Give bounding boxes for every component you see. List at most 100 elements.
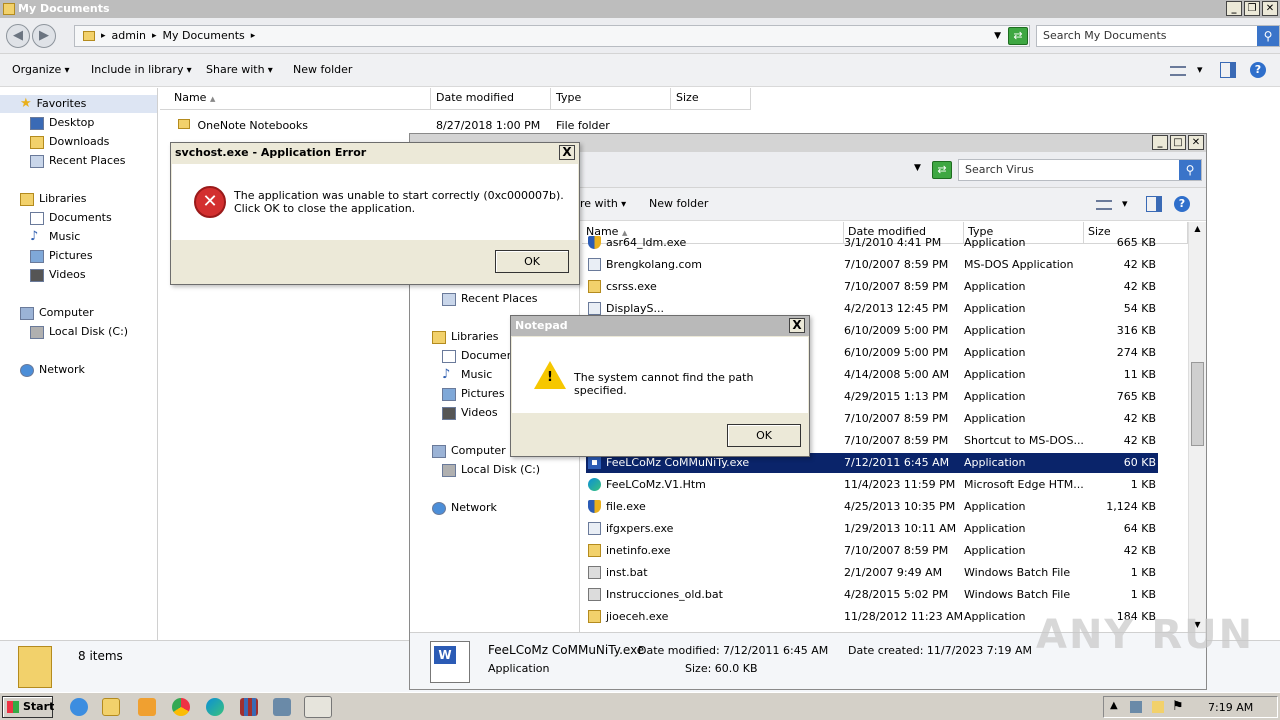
nav-videos[interactable]: Videos — [442, 404, 498, 422]
address-dropdown-icon[interactable]: ▼ — [914, 163, 921, 173]
nav-libraries[interactable]: Libraries — [432, 328, 499, 346]
dialog-title[interactable]: Notepad — [511, 316, 809, 336]
view-options-icon[interactable] — [1170, 66, 1186, 76]
ok-button[interactable]: OK — [495, 250, 569, 273]
address-dropdown-icon[interactable]: ▼ — [994, 26, 1001, 46]
new-folder-button[interactable]: New folder — [649, 197, 708, 210]
nav-libraries[interactable]: Libraries — [20, 190, 87, 208]
minimize-button[interactable]: _ — [1152, 135, 1168, 150]
table-row[interactable]: csrss.exe 7/10/2007 8:59 PM Application 42 … — [586, 277, 1158, 297]
title-bar[interactable]: My Documents _ ❐ ✕ — [0, 0, 1280, 18]
dialog-close-button[interactable]: X — [559, 145, 575, 160]
view-dropdown-icon[interactable]: ▾ — [1197, 63, 1203, 76]
nav-local-disk[interactable]: Local Disk (C:) — [442, 461, 540, 479]
column-size[interactable]: Size — [671, 88, 751, 110]
ie-icon[interactable] — [70, 698, 88, 716]
network-tray-icon[interactable] — [1130, 701, 1142, 713]
breadcrumb-my-documents[interactable]: My Documents — [163, 26, 245, 46]
help-icon[interactable]: ? — [1250, 62, 1266, 78]
share-with-menu[interactable]: re with — [580, 197, 626, 210]
column-date-modified[interactable]: Date modified — [431, 88, 551, 110]
nav-pictures[interactable]: Pictures — [30, 247, 93, 265]
nav-computer[interactable]: Computer — [20, 304, 94, 322]
nav-recent-places[interactable]: Recent Places — [30, 152, 126, 170]
ok-button[interactable]: OK — [727, 424, 801, 447]
column-type[interactable]: Type — [551, 88, 671, 110]
close-button[interactable]: ✕ — [1188, 135, 1204, 150]
share-with-menu[interactable]: Share with — [206, 63, 273, 76]
preview-pane-icon[interactable] — [1220, 62, 1236, 78]
nav-favorites[interactable]: ★ Favorites — [0, 95, 157, 113]
maximize-button[interactable]: □ — [1170, 135, 1186, 150]
nav-computer[interactable]: Computer — [432, 442, 506, 460]
nav-network[interactable]: Network — [432, 499, 497, 517]
close-button[interactable]: ✕ — [1262, 1, 1278, 16]
nav-documents[interactable]: Document — [442, 347, 518, 365]
show-hidden-icons-icon[interactable]: ▲ — [1110, 700, 1118, 711]
view-options-icon[interactable] — [1096, 200, 1112, 210]
breadcrumb-admin[interactable]: admin — [112, 26, 146, 46]
notepad-taskbar-icon[interactable] — [304, 696, 332, 718]
app-window-icon[interactable] — [273, 698, 291, 716]
flag-icon[interactable]: ⚑ — [1172, 699, 1184, 714]
nav-recent-places[interactable]: Recent Places — [442, 290, 538, 308]
preview-pane-icon[interactable] — [1146, 196, 1162, 212]
search-input[interactable]: Search My Documents ⚲ — [1036, 25, 1280, 47]
table-row[interactable]: ifgxpers.exe 1/29/2013 10:11 AM Applicatio… — [586, 519, 1158, 539]
nav-documents[interactable]: Documents — [30, 209, 112, 227]
nav-videos[interactable]: Videos — [30, 266, 86, 284]
include-in-library-menu[interactable]: Include in library — [91, 63, 192, 76]
minimize-button[interactable]: _ — [1226, 1, 1242, 16]
action-center-icon[interactable] — [1152, 701, 1164, 713]
list-item[interactable]: OneNote Notebooks — [178, 117, 308, 135]
table-row[interactable]: file.exe 4/25/2013 10:35 PM Application 1,1… — [586, 497, 1158, 517]
table-row[interactable]: Instrucciones_old.bat 4/28/2015 5:02 PM Wi… — [586, 585, 1158, 605]
nav-local-disk[interactable]: Local Disk (C:) — [30, 323, 128, 341]
videos-icon — [30, 268, 44, 282]
nav-downloads[interactable]: Downloads — [30, 133, 109, 151]
nav-music[interactable]: ♪ Music — [30, 228, 80, 246]
back-button[interactable]: ◀ — [6, 24, 30, 48]
recent-places-icon — [30, 154, 44, 168]
winrar-icon[interactable] — [240, 698, 258, 716]
forward-button[interactable]: ▶ — [32, 24, 56, 48]
explorer-icon[interactable] — [102, 698, 120, 716]
nav-network[interactable]: Network — [20, 361, 85, 379]
organize-menu[interactable]: Organize — [12, 63, 69, 76]
folder-icon — [3, 3, 15, 15]
nav-pictures[interactable]: Pictures — [442, 385, 505, 403]
help-icon[interactable]: ? — [1174, 196, 1190, 212]
refresh-button[interactable]: ⇄ — [932, 161, 952, 179]
scroll-up-icon[interactable]: ▲ — [1189, 222, 1206, 236]
file-type: Application — [964, 390, 1026, 403]
file-date: 7/12/2011 6:45 AM — [844, 456, 950, 469]
column-name[interactable]: Name ▲ — [160, 88, 431, 110]
dialog-close-button[interactable]: X — [789, 318, 805, 333]
address-bar-row: ◀ ▶ ▸ admin ▸ My Documents ▸ ▼ ⇄ Search … — [0, 18, 1280, 54]
nav-music[interactable]: ♪ Music — [442, 366, 492, 384]
scroll-thumb[interactable] — [1191, 362, 1204, 446]
table-row[interactable]: Brengkolang.com 7/10/2007 8:59 PM MS-DOS A… — [586, 255, 1158, 275]
table-row[interactable]: FeeLCoMz.V1.Htm 11/4/2023 11:59 PM Microso… — [586, 475, 1158, 495]
refresh-button[interactable]: ⇄ — [1008, 27, 1028, 45]
restore-button[interactable]: ❐ — [1244, 1, 1260, 16]
search-input[interactable]: Search Virus ⚲ — [958, 159, 1202, 181]
table-row[interactable]: inst.bat 2/1/2007 9:49 AM Windows Batch Fi… — [586, 563, 1158, 583]
new-folder-button[interactable]: New folder — [293, 63, 352, 76]
search-icon[interactable]: ⚲ — [1257, 26, 1279, 46]
view-dropdown-icon[interactable]: ▾ — [1122, 197, 1128, 210]
table-row[interactable]: inetinfo.exe 7/10/2007 8:59 PM Application… — [586, 541, 1158, 561]
media-player-icon[interactable] — [138, 698, 156, 716]
vertical-scrollbar[interactable]: ▲ ▼ — [1188, 222, 1206, 632]
disk-icon — [30, 325, 44, 339]
chrome-icon[interactable] — [172, 698, 190, 716]
breadcrumb-arrow-icon[interactable]: ▸ — [251, 26, 256, 46]
dialog-title[interactable]: svchost.exe - Application Error — [171, 143, 579, 163]
clock[interactable]: 7:19 AM — [1208, 701, 1253, 714]
address-bar[interactable]: ▸ admin ▸ My Documents ▸ ▼ — [74, 25, 1030, 47]
nav-desktop[interactable]: Desktop — [30, 114, 94, 132]
start-button[interactable]: Start — [2, 696, 54, 718]
table-row[interactable]: asr64_ldm.exe 3/1/2010 4:41 PM Application… — [586, 233, 1158, 253]
search-icon[interactable]: ⚲ — [1179, 160, 1201, 180]
edge-icon[interactable] — [206, 698, 224, 716]
